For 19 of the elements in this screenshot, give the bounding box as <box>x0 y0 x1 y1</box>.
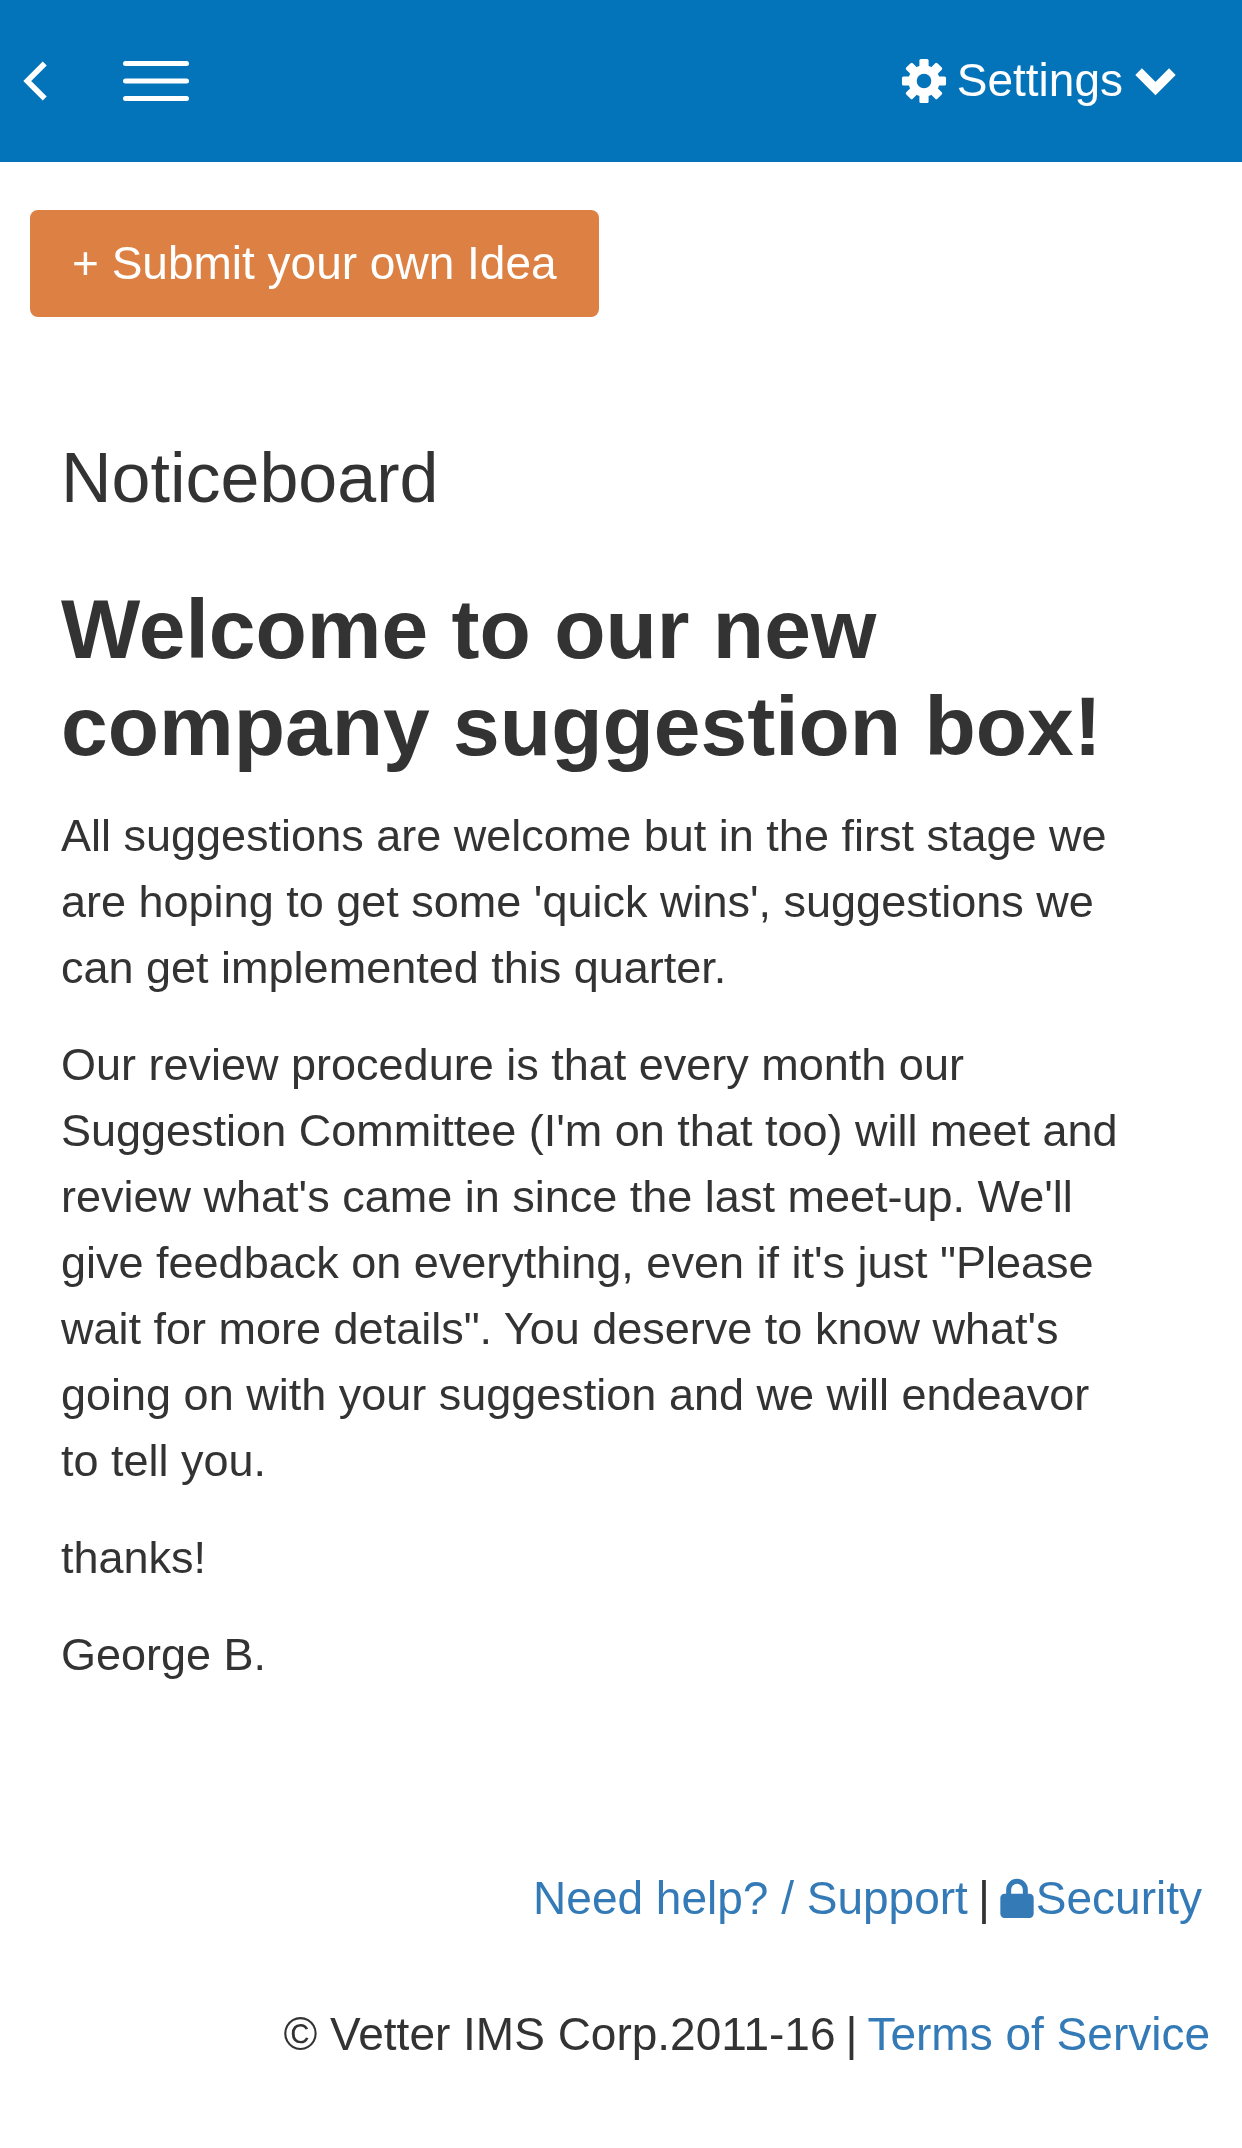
chevron-down-icon <box>1133 66 1178 96</box>
support-link[interactable]: Need help? / Support <box>533 1865 968 1931</box>
notice-paragraph: Our review procedure is that every month our Suggestion Committee (I'm on that too) will meet and review what's came in since the last meet-up. We'll give feedback on everything, even if it's just "Please wait for more details". You deserve to know what's going on with your suggestion and we will endeavor to tell you. <box>61 1038 1119 1488</box>
copyright-text: © Vetter IMS Corp.2011-16 <box>283 2007 836 2062</box>
security-link[interactable]: Security <box>999 1865 1202 1931</box>
separator-text: | <box>845 2007 858 2062</box>
notice-heading: Welcome to our new company suggestion box! <box>61 581 1103 775</box>
notice-paragraph: George B. <box>61 1628 268 1682</box>
notice-paragraph: thanks! <box>61 1531 208 1585</box>
lock-icon <box>999 1878 1034 1918</box>
separator-text: | <box>977 1871 990 1926</box>
submit-idea-button[interactable]: + Submit your own Idea <box>30 210 599 317</box>
settings-button[interactable]: Settings <box>900 53 1178 109</box>
gear-icon <box>900 58 947 104</box>
terms-link[interactable]: Terms of Service <box>867 2001 1210 2067</box>
notice-paragraph: All suggestions are welcome but in the first stage we are hoping to get some 'quick wins', suggestions we can get implemented this quarter. <box>61 809 1108 995</box>
back-icon[interactable] <box>22 60 50 102</box>
menu-icon[interactable] <box>123 61 189 101</box>
section-title: Noticeboard <box>61 442 440 515</box>
